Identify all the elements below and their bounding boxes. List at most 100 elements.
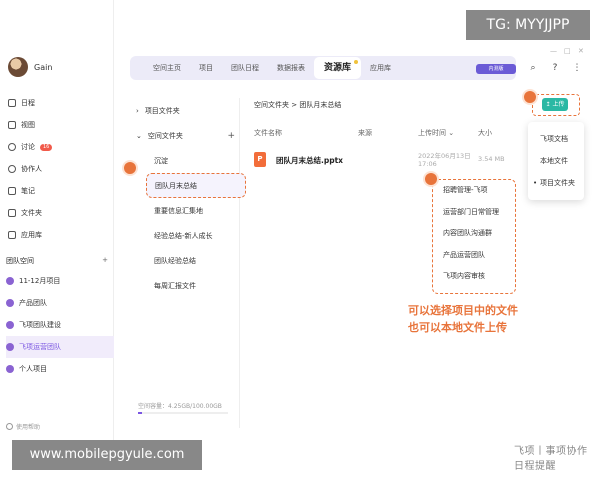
tab-app-library[interactable]: 应用库 xyxy=(361,56,400,80)
folder-icon xyxy=(8,209,16,217)
tree-item-selected[interactable]: 团队月末总结 xyxy=(146,173,246,198)
overlay-tg-label: TG: MYYJJPP xyxy=(466,10,590,40)
annotation-marker xyxy=(425,173,437,185)
tab-space-home[interactable]: 空间主页 xyxy=(144,56,190,80)
sidebar-item-apps[interactable]: 应用库 xyxy=(6,224,110,246)
calendar-icon xyxy=(8,99,16,107)
tab-reports[interactable]: 数据报表 xyxy=(268,56,314,80)
sidebar-item-view[interactable]: 视图 xyxy=(6,114,110,136)
callout-line: 也可以本地文件上传 xyxy=(408,321,507,334)
tree-label: 项目文件夹 xyxy=(144,106,180,115)
team-item-active[interactable]: 飞项运营团队 xyxy=(6,336,114,358)
tab-team-calendar[interactable]: 团队日程 xyxy=(222,56,268,80)
team-dot-icon xyxy=(6,365,14,373)
team-space-header: 团队空间 + xyxy=(6,256,108,266)
menu-item-feixiang-doc[interactable]: 飞项文档 xyxy=(528,128,584,150)
table-row[interactable]: P 团队月末总结.pptx xyxy=(254,146,564,176)
project-folder-item[interactable]: 招聘管理-飞项 xyxy=(433,180,515,202)
more-icon[interactable]: ⋮ xyxy=(570,61,584,75)
sidebar-item-label: 应用库 xyxy=(21,231,42,239)
tree-item[interactable]: 每周汇报文件 xyxy=(130,273,239,298)
tree-project-folder[interactable]: › 项目文件夹 xyxy=(130,98,239,123)
team-item[interactable]: 飞项团队建设 xyxy=(6,314,114,336)
menu-item-local-file[interactable]: 本地文件 xyxy=(528,150,584,172)
project-folder-item[interactable]: 运营部门日常管理 xyxy=(433,202,515,224)
chat-icon xyxy=(8,143,16,151)
team-dot-icon xyxy=(6,343,14,351)
beta-badge[interactable]: 内测版 xyxy=(476,64,516,74)
tab-label: 资源库 xyxy=(324,63,352,73)
tree-item[interactable]: 重要信息汇集地 xyxy=(130,198,239,223)
user-profile[interactable]: Gain xyxy=(8,57,52,77)
main-panel: — □ ✕ 空间主页 项目 团队日程 数据报表 资源库 应用库 内测版 ⌕ ? … xyxy=(118,44,590,472)
col-name-header[interactable]: 文件名称 xyxy=(254,128,282,138)
tree-item[interactable]: 沉淀 xyxy=(130,148,239,173)
maximize-icon[interactable]: □ xyxy=(564,47,571,55)
sidebar-item-label: 笔记 xyxy=(21,187,35,195)
pptx-file-icon: P xyxy=(254,152,266,167)
team-item[interactable]: 个人项目 xyxy=(6,358,114,380)
project-folder-item[interactable]: 内容团队沟通群 xyxy=(433,223,515,245)
storage-bar xyxy=(138,412,228,414)
file-name: 团队月末总结.pptx xyxy=(276,156,344,165)
sidebar-item-label: 文件夹 xyxy=(21,209,42,217)
avatar[interactable] xyxy=(8,57,28,77)
help-icon[interactable]: ? xyxy=(548,61,562,75)
people-icon xyxy=(8,165,16,173)
upload-button[interactable]: ↥ 上传 xyxy=(542,98,568,111)
unread-badge: 16 xyxy=(40,143,53,151)
team-list: 11-12月项目 产品团队 飞项团队建设 飞项运营团队 个人项目 xyxy=(6,270,114,380)
sidebar-item-folders[interactable]: 文件夹 xyxy=(6,202,110,224)
team-item[interactable]: 产品团队 xyxy=(6,292,114,314)
sidebar-item-label: 日程 xyxy=(21,99,35,107)
tree-item[interactable]: 经验总结-新人成长 xyxy=(130,223,239,248)
tab-resource-library[interactable]: 资源库 xyxy=(314,57,362,79)
minimize-icon[interactable]: — xyxy=(550,47,557,55)
add-folder-button[interactable]: + xyxy=(227,131,235,141)
new-dot-icon xyxy=(354,60,359,64)
annotation-callout: 可以选择项目中的文件 也可以本地文件上传 xyxy=(408,302,518,336)
tree-item[interactable]: 团队经验总结 xyxy=(130,248,239,273)
project-folder-item[interactable]: 飞项内容审核 xyxy=(433,266,515,288)
help-icon xyxy=(6,423,13,430)
chevron-right-icon: › xyxy=(136,106,139,115)
watermark: 飞项丨事项协作日程提醒 xyxy=(514,446,588,472)
project-folder-list: 招聘管理-飞项 运营部门日常管理 内容团队沟通群 产品运营团队 飞项内容审核 xyxy=(432,179,516,294)
chevron-down-icon: ⌄ xyxy=(136,131,142,140)
user-name: Gain xyxy=(34,62,53,72)
menu-item-project-folder[interactable]: 项目文件夹 xyxy=(528,172,584,194)
sidebar-item-label: 讨论 xyxy=(21,143,35,151)
tree-space-folder[interactable]: ⌄ 空间文件夹 + xyxy=(130,123,239,148)
overlay-site-label: www.mobilepgyule.com xyxy=(12,440,202,470)
breadcrumb: 空间文件夹 > 团队月末总结 xyxy=(254,101,342,109)
project-folder-item[interactable]: 产品运营团队 xyxy=(433,245,515,267)
sidebar-item-notes[interactable]: 笔记 xyxy=(6,180,110,202)
col-size-header[interactable]: 大小 xyxy=(478,128,492,138)
team-dot-icon xyxy=(6,321,14,329)
team-item-label: 飞项运营团队 xyxy=(19,343,61,351)
sidebar-item-calendar[interactable]: 日程 xyxy=(6,92,110,114)
upload-source-menu: 飞项文档 本地文件 项目文件夹 xyxy=(528,122,584,200)
tab-projects[interactable]: 项目 xyxy=(190,56,222,80)
sidebar-item-collaborators[interactable]: 协作人 xyxy=(6,158,110,180)
add-team-button[interactable]: + xyxy=(102,256,108,266)
callout-line: 可以选择项目中的文件 xyxy=(408,304,518,317)
search-icon[interactable]: ⌕ xyxy=(526,61,540,75)
col-source-header[interactable]: 来源 xyxy=(358,128,372,138)
help-label: 使用帮助 xyxy=(16,424,41,431)
col-time-header[interactable]: 上传时间 ⌄ xyxy=(418,128,454,138)
help-link[interactable]: 使用帮助 xyxy=(6,422,40,431)
close-icon[interactable]: ✕ xyxy=(578,47,584,55)
sidebar-item-discussion[interactable]: 讨论 16 xyxy=(6,136,110,158)
team-item-label: 飞项团队建设 xyxy=(19,321,61,329)
sidebar-nav: 日程 视图 讨论 16 协作人 笔记 文件夹 应用库 xyxy=(6,92,110,246)
file-date: 2022年06月13日 xyxy=(418,152,471,160)
team-space-title: 团队空间 xyxy=(6,257,34,265)
tab-bar: 空间主页 项目 团队日程 数据报表 资源库 应用库 xyxy=(130,56,516,80)
annotation-marker xyxy=(124,162,136,174)
team-item[interactable]: 11-12月项目 xyxy=(6,270,114,292)
team-item-label: 产品团队 xyxy=(19,299,47,307)
team-item-label: 11-12月项目 xyxy=(19,277,61,285)
app-root: Gain 日程 视图 讨论 16 协作人 笔记 文件夹 应用库 团队空间 + 11… xyxy=(0,0,600,480)
sidebar-item-label: 协作人 xyxy=(21,165,42,173)
